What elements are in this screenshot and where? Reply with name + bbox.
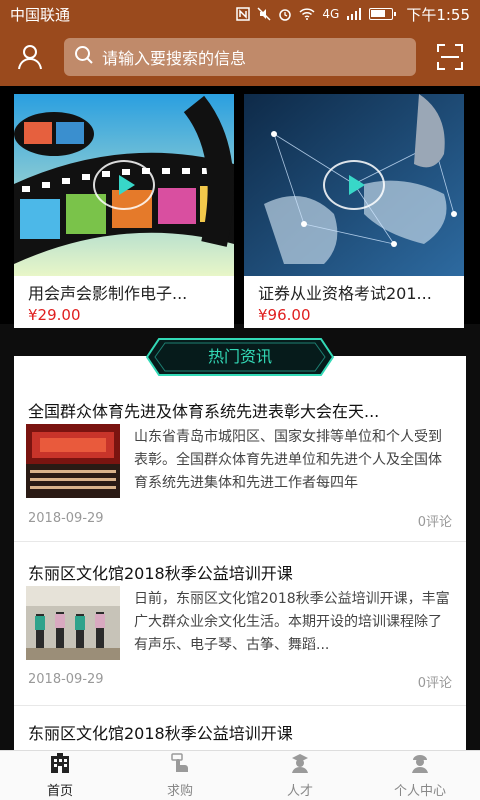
news-date: 2018-09-29 [28, 511, 104, 526]
news-title: 东丽区文化馆2018秋季公益培训开课 [28, 724, 293, 743]
hand-icon [169, 752, 191, 780]
product-title: 证券从业资格考试201... [258, 284, 432, 303]
section-title: 热门资讯 [207, 347, 272, 366]
network-type: 4G [322, 7, 340, 21]
profile-icon [409, 752, 431, 780]
search-icon [74, 45, 94, 69]
news-summary: 山东省青岛市城阳区、国家女排等单位和个人受到表彰。全国群众体育先进单位和先进个人… [134, 429, 442, 491]
battery-icon [369, 8, 397, 20]
list-item[interactable]: 东丽区文化馆2018秋季公益培训开课 日前，东丽区文化馆2018秋季公益培训开课… [14, 542, 466, 706]
play-icon[interactable] [323, 160, 385, 210]
product-carousel: 用会声会影制作电子... ¥29.00 证券从业资格考试201... ¥96.0… [0, 86, 480, 328]
search-input[interactable]: 请输入要搜索的信息 [64, 38, 416, 76]
product-price: ¥96.00 [258, 306, 311, 324]
person-icon [289, 752, 311, 780]
home-icon [49, 752, 71, 780]
list-item[interactable]: 东丽区文化馆2018秋季公益培训开课 [14, 706, 466, 750]
tab-home[interactable]: 首页 [0, 751, 120, 800]
tab-talent[interactable]: 人才 [240, 751, 360, 800]
product-price: ¥29.00 [28, 306, 81, 324]
tab-label: 个人中心 [393, 784, 446, 799]
product-card[interactable]: 证券从业资格考试201... ¥96.00 [244, 94, 464, 328]
comment-count: 0评论 [417, 515, 452, 530]
news-thumbnail [26, 424, 120, 498]
product-card[interactable]: 用会声会影制作电子... ¥29.00 [14, 94, 234, 328]
product-thumbnail [14, 94, 234, 276]
mute-icon [257, 7, 271, 21]
news-title: 东丽区文化馆2018秋季公益培训开课 [28, 564, 293, 583]
scan-icon[interactable] [430, 37, 470, 77]
news-thumbnail [26, 586, 120, 660]
signal-icon [346, 8, 362, 20]
status-bar: 中国联通 4G 下午1:55 [0, 0, 480, 28]
user-icon[interactable] [10, 37, 50, 77]
tab-purchase[interactable]: 求购 [120, 751, 240, 800]
bottom-tab-bar: 首页 求购 人才 个人中心 [0, 750, 480, 800]
news-list: 全国群众体育先进及体育系统先进表彰大会在天... 山东省青岛市城阳区、国家女排等… [14, 356, 466, 750]
news-summary: 日前，东丽区文化馆2018秋季公益培训开课，丰富广大群众业余文化生活。本期开设的… [134, 591, 450, 653]
tab-label: 求购 [166, 784, 193, 799]
news-title: 全国群众体育先进及体育系统先进表彰大会在天... [28, 402, 380, 421]
tab-profile[interactable]: 个人中心 [360, 751, 480, 800]
carrier-label: 中国联通 [10, 5, 71, 24]
search-placeholder: 请输入要搜索的信息 [102, 49, 247, 68]
tab-label: 人才 [286, 784, 313, 799]
play-icon[interactable] [93, 160, 155, 210]
wifi-icon [299, 8, 315, 20]
product-thumbnail [244, 94, 464, 276]
comment-count: 0评论 [417, 676, 452, 691]
section-header-badge: 热门资讯 [145, 337, 335, 377]
nfc-icon [236, 7, 251, 21]
news-date: 2018-09-29 [28, 672, 104, 687]
alarm-icon [278, 7, 292, 21]
clock: 下午1:55 [406, 5, 470, 24]
product-title: 用会声会影制作电子... [28, 284, 188, 303]
top-header: 请输入要搜索的信息 [0, 28, 480, 86]
list-item[interactable]: 全国群众体育先进及体育系统先进表彰大会在天... 山东省青岛市城阳区、国家女排等… [14, 356, 466, 542]
tab-label: 首页 [46, 784, 73, 799]
